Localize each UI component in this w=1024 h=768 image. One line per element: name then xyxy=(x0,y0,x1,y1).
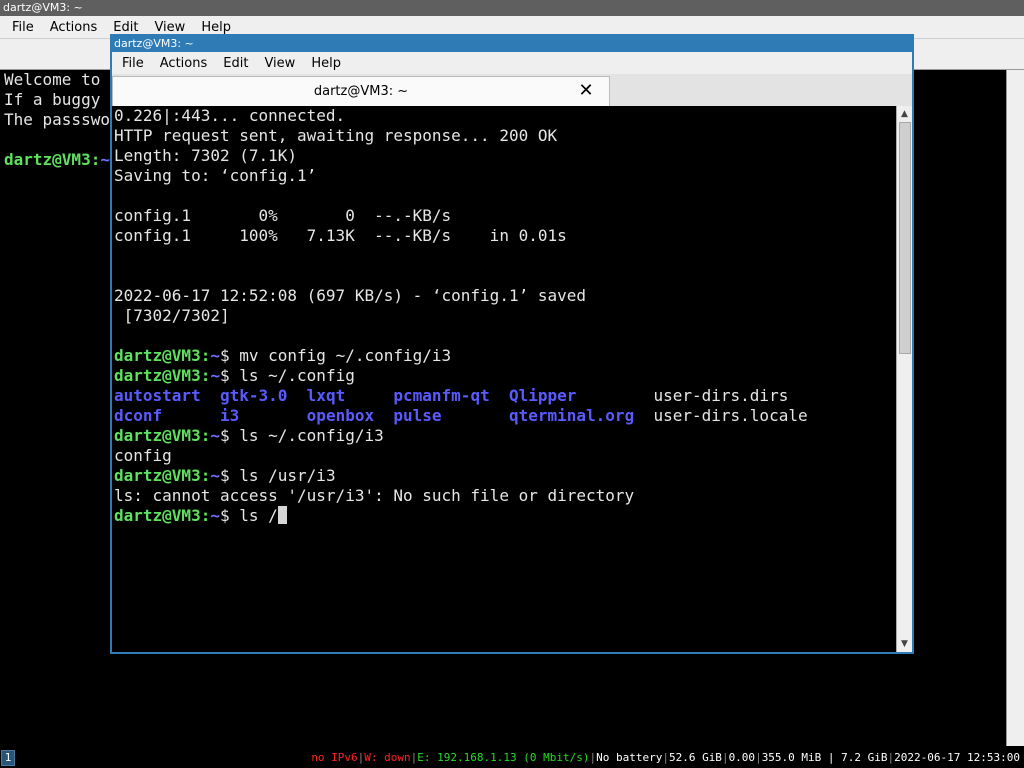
scroll-up-icon[interactable]: ▲ xyxy=(897,107,912,121)
file-entry: user-dirs.dirs xyxy=(653,386,789,405)
terminal-prompt-line: dartz@VM3:~$ ls ~/.config xyxy=(114,366,896,386)
terminal-line: config.1 0% 0 --.-KB/s xyxy=(114,206,452,225)
prompt-path: ~ xyxy=(210,426,220,445)
menu-actions[interactable]: Actions xyxy=(160,56,208,71)
vertical-scrollbar[interactable]: ▲ ▼ xyxy=(896,106,912,652)
directory-entry: pulse xyxy=(393,406,509,425)
terminal-line: config.1 100% 7.13K --.-KB/s in 0.01s xyxy=(114,226,567,245)
menu-edit[interactable]: Edit xyxy=(223,56,248,71)
prompt-dollar: $ xyxy=(219,366,230,385)
ls-output-line: dconf i3 openbox pulse qterminal.org use… xyxy=(114,406,896,426)
prompt-user: dartz@VM3: xyxy=(114,466,211,485)
terminal-line: [7302/7302] xyxy=(114,306,230,325)
prompt-path: ~ xyxy=(210,366,220,385)
terminal-tab[interactable]: dartz@VM3: ~ ✕ xyxy=(112,76,610,106)
terminal-prompt-line: dartz@VM3:~$ mv config ~/.config/i3 xyxy=(114,346,896,366)
menu-help[interactable]: Help xyxy=(201,20,231,35)
prompt-path: ~ xyxy=(100,150,110,169)
menu-view[interactable]: View xyxy=(154,20,185,35)
ethernet-status: E: 192.168.1.13 (0 Mbit/s) xyxy=(417,751,590,764)
menu-file[interactable]: File xyxy=(12,20,34,35)
vertical-scrollbar[interactable] xyxy=(1006,70,1024,746)
directory-entry: Qlipper xyxy=(508,386,654,405)
directory-entry: lxqt xyxy=(306,386,394,405)
directory-entry: autostart xyxy=(114,386,220,405)
command-text: ls ~/.config xyxy=(229,366,355,385)
terminal-prompt-line: dartz@VM3:~$ ls /usr/i3 xyxy=(114,466,896,486)
prompt-path: ~ xyxy=(210,466,220,485)
prompt-user: dartz@VM3: xyxy=(114,426,211,445)
status-text: no IPv6|W: down|E: 192.168.1.13 (0 Mbit/… xyxy=(311,751,1020,764)
foreground-terminal-window[interactable]: dartz@VM3: ~ File Actions Edit View Help… xyxy=(110,34,914,654)
directory-entry: gtk-3.0 xyxy=(219,386,307,405)
command-text: ls / xyxy=(229,506,278,525)
prompt-user: dartz@VM3: xyxy=(114,346,211,365)
ls-output-line: autostart gtk-3.0 lxqt pcmanfm-qt Qlippe… xyxy=(114,386,896,406)
load-status: 0.00 xyxy=(728,751,756,764)
prompt-dollar: $ xyxy=(219,506,230,525)
workspace-button[interactable]: 1 xyxy=(1,750,15,766)
memory-status: 355.0 MiB | 7.2 GiB xyxy=(761,751,888,764)
wifi-status: W: down xyxy=(364,751,411,764)
directory-entry: dconf xyxy=(114,406,220,425)
menu-help[interactable]: Help xyxy=(311,56,341,71)
prompt-user: dartz@VM3: xyxy=(4,150,101,169)
window-title: dartz@VM3: ~ xyxy=(0,0,1024,16)
command-text: ls /usr/i3 xyxy=(229,466,336,485)
status-bar: 1 no IPv6|W: down|E: 192.168.1.13 (0 Mbi… xyxy=(0,748,1024,768)
terminal-line: HTTP request sent, awaiting response... … xyxy=(114,126,558,145)
terminal-line: 0.226|:443... connected. xyxy=(114,106,346,125)
ipv6-status: no IPv6 xyxy=(311,751,358,764)
disk-status: 52.6 GiB xyxy=(668,751,722,764)
directory-entry: qterminal.org xyxy=(508,406,654,425)
tab-bar: dartz@VM3: ~ ✕ xyxy=(112,74,912,107)
command-text: ls ~/.config/i3 xyxy=(229,426,384,445)
directory-entry: openbox xyxy=(306,406,394,425)
window-title: dartz@VM3: ~ xyxy=(112,36,912,52)
datetime-status: 2022-06-17 12:53:00 xyxy=(894,751,1020,764)
menu-view[interactable]: View xyxy=(264,56,295,71)
menu-actions[interactable]: Actions xyxy=(50,20,98,35)
tab-label: dartz@VM3: ~ xyxy=(313,84,409,99)
prompt-user: dartz@VM3: xyxy=(114,366,211,385)
directory-entry: pcmanfm-qt xyxy=(393,386,509,405)
file-entry: user-dirs.locale xyxy=(653,406,808,425)
terminal-line: Saving to: ‘config.1’ xyxy=(114,166,317,185)
prompt-path: ~ xyxy=(210,506,220,525)
prompt-dollar: $ xyxy=(219,426,230,445)
prompt-dollar: $ xyxy=(219,466,230,485)
terminal-line: 2022-06-17 12:52:08 (697 KB/s) - ‘config… xyxy=(114,286,587,305)
scroll-down-icon[interactable]: ▼ xyxy=(897,637,912,651)
terminal-line: Length: 7302 (7.1K) xyxy=(114,146,298,165)
terminal-line: ls: cannot access '/usr/i3': No such fil… xyxy=(114,486,635,505)
menu-bar: File Actions Edit View Help xyxy=(112,52,912,74)
terminal-line: config xyxy=(114,446,172,465)
prompt-path: ~ xyxy=(210,346,220,365)
text-cursor xyxy=(277,506,287,524)
terminal-output[interactable]: 0.226|:443... connected. HTTP request sen… xyxy=(112,106,896,652)
close-icon[interactable]: ✕ xyxy=(577,82,595,100)
menu-file[interactable]: File xyxy=(122,56,144,71)
prompt-user: dartz@VM3: xyxy=(114,506,211,525)
terminal-prompt-line: dartz@VM3:~$ ls / xyxy=(114,506,896,526)
command-text: mv config ~/.config/i3 xyxy=(229,346,452,365)
directory-entry: i3 xyxy=(219,406,307,425)
menu-edit[interactable]: Edit xyxy=(113,20,138,35)
prompt-dollar: $ xyxy=(219,346,230,365)
scrollbar-thumb[interactable] xyxy=(899,122,911,354)
battery-status: No battery xyxy=(596,751,663,764)
terminal-prompt-line: dartz@VM3:~$ ls ~/.config/i3 xyxy=(114,426,896,446)
